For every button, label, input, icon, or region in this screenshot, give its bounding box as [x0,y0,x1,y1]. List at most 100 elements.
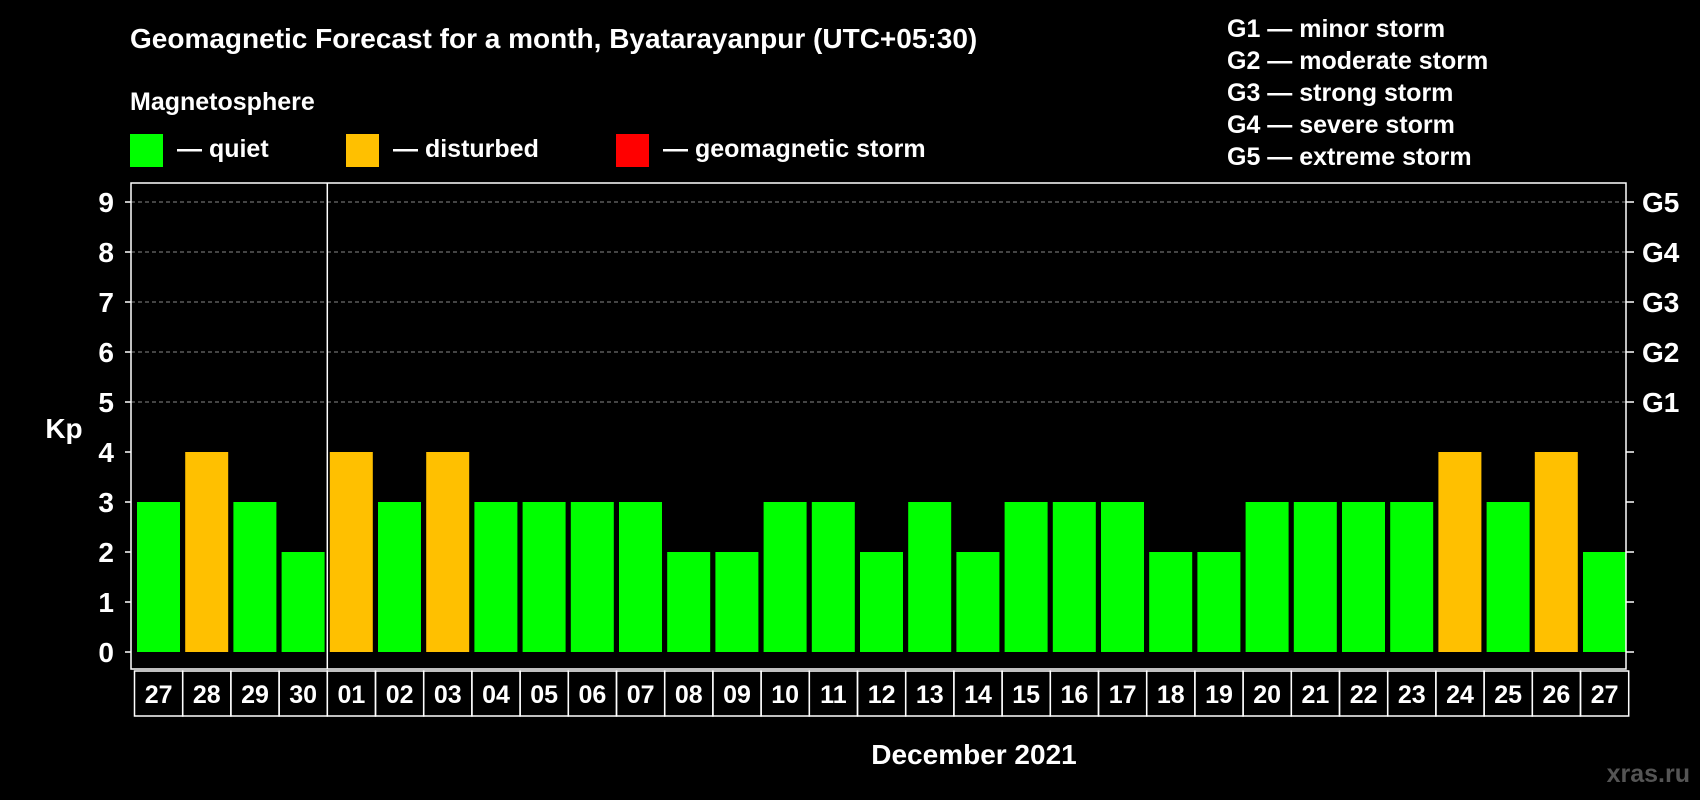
bar-23 [1245,502,1289,652]
x-tick-label: 30 [289,681,317,709]
bar-16 [908,502,952,652]
x-tick-label: 18 [1157,681,1185,709]
legend-swatch-quiet [130,134,163,167]
bar-29 [1534,452,1578,652]
bar-18 [1004,502,1048,652]
bar-19 [1052,502,1096,652]
bar-26 [1390,502,1434,652]
y-tick-label: 8 [98,237,114,268]
storm-level-g1: G1 — minor storm [1227,15,1445,43]
bar-22 [1197,552,1241,652]
x-tick-label: 05 [530,681,558,709]
y-tick-label: 7 [98,287,114,318]
x-tick-label: 15 [1012,681,1040,709]
x-tick-label: 08 [675,681,703,709]
x-tick-label: 21 [1301,681,1329,709]
y-tick-label: 2 [98,537,114,568]
bar-0 [137,502,180,652]
grid-lines [131,201,1626,403]
x-tick-label: 23 [1398,681,1426,709]
x-tick-label: 10 [771,681,799,709]
y-tick-label: 0 [98,637,114,668]
x-tick-label: 22 [1350,681,1378,709]
y-tick-label: 6 [98,337,114,368]
chart-subtitle: Magnetosphere [130,88,315,116]
legend-swatch-disturbed [346,134,379,167]
legend-swatch-storm [616,134,649,167]
right-axis-ticks: G1 G2 G3 G4 G5 [1626,187,1680,653]
bar-2 [233,502,277,652]
x-tick-label: 04 [482,681,510,709]
x-tick-label: 27 [1591,681,1619,709]
storm-level-g5: G5 — extreme storm [1227,143,1472,171]
bars [137,452,1626,652]
bar-28 [1486,502,1530,652]
right-tick-label: G1 [1642,387,1679,418]
bar-30 [1583,552,1626,652]
geomagnetic-chart: Geomagnetic Forecast for a month, Byatar… [45,15,1690,788]
x-tick-label: 03 [434,681,462,709]
x-tick-label: 20 [1253,681,1281,709]
x-tick-label: 02 [386,681,414,709]
storm-level-g2: G2 — moderate storm [1227,47,1488,75]
storm-level-g4: G4 — severe storm [1227,111,1455,139]
legend-label-quiet: — quiet [177,135,269,163]
y-axis-ticks: 0 1 2 3 4 5 6 7 8 9 [98,187,131,668]
x-tick-label: 19 [1205,681,1233,709]
x-tick-label: 09 [723,681,751,709]
bar-8 [522,502,566,652]
bar-27 [1438,452,1482,652]
right-tick-label: G5 [1642,187,1679,218]
y-tick-label: 5 [98,387,114,418]
bar-11 [667,552,711,652]
x-tick-label: 01 [337,681,365,709]
bar-17 [956,552,1000,652]
legend-label-storm: — geomagnetic storm [663,135,926,163]
x-tick-label: 06 [578,681,606,709]
bar-15 [860,552,903,652]
right-tick-label: G3 [1642,287,1679,318]
x-tick-label: 07 [627,681,655,709]
bar-3 [281,552,325,652]
x-tick-label: 12 [868,681,896,709]
legend-label-disturbed: — disturbed [393,135,539,163]
right-tick-label: G4 [1642,237,1680,268]
x-tick-label: 28 [193,681,221,709]
x-tick-label: 26 [1542,681,1570,709]
y-tick-label: 3 [98,487,114,518]
x-tick-label: 29 [241,681,269,709]
y-tick-label: 9 [98,187,114,218]
x-tick-label: 17 [1109,681,1137,709]
x-tick-label: 14 [964,681,992,709]
bar-9 [570,502,614,652]
y-axis-label: Kp [45,413,82,444]
bar-6 [426,452,470,652]
right-tick-label: G2 [1642,337,1679,368]
bar-10 [619,502,662,652]
bar-21 [1149,552,1193,652]
bar-1 [185,452,229,652]
bar-20 [1101,502,1144,652]
bar-12 [715,552,759,652]
x-axis-label: December 2021 [871,739,1076,770]
x-tick-label: 24 [1446,681,1474,709]
y-tick-label: 1 [98,587,114,618]
bar-14 [811,502,855,652]
x-tick-label: 27 [145,681,173,709]
storm-levels-legend: G1 — minor storm G2 — moderate storm G3 … [1227,15,1488,171]
bar-13 [763,502,807,652]
bar-7 [474,502,518,652]
bar-24 [1293,502,1337,652]
x-axis-categories: 27 28 29 30 01 02 03 04 05 06 07 08 09 10 11 12 13 14 15 16… [133,670,1630,717]
y-tick-label: 4 [98,437,114,468]
x-tick-label: 13 [916,681,944,709]
x-tick-label: 25 [1494,681,1522,709]
bar-5 [378,502,421,652]
bar-25 [1342,502,1385,652]
storm-level-g3: G3 — strong storm [1227,79,1453,107]
x-tick-label: 11 [820,681,847,709]
x-tick-label: 16 [1060,681,1088,709]
chart-title: Geomagnetic Forecast for a month, Byatar… [130,23,977,54]
watermark: xras.ru [1607,760,1690,788]
bar-4 [329,452,373,652]
